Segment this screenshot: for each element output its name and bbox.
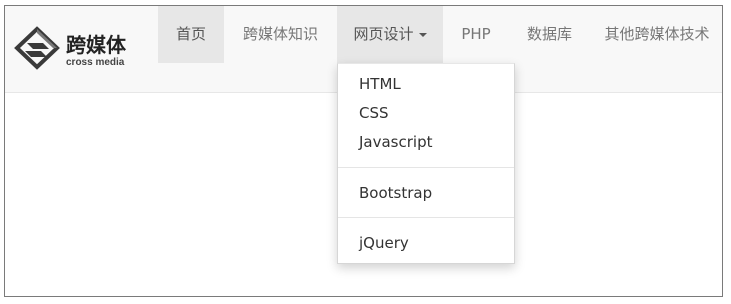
brand-name: 跨媒体: [66, 33, 126, 57]
page-frame: 跨媒体 cross media 首页 跨媒体知识 网页设计 PHP 数据库 其他…: [4, 5, 723, 297]
nav-item-label: 网页设计: [353, 25, 414, 43]
menu-item-javascript[interactable]: Javascript: [359, 133, 432, 151]
brand-subtitle: cross media: [66, 57, 125, 68]
nav-item-php[interactable]: PHP: [443, 6, 509, 63]
nav-item-web-design[interactable]: 网页设计: [337, 6, 443, 63]
nav-item-database[interactable]: 数据库: [509, 6, 590, 63]
menu-divider: [338, 167, 514, 168]
nav-item-cross-media-knowledge[interactable]: 跨媒体知识: [224, 6, 337, 63]
menu-divider: [338, 217, 514, 218]
menu-item-bootstrap[interactable]: Bootstrap: [359, 184, 432, 202]
menu-item-html[interactable]: HTML: [359, 75, 401, 93]
nav-item-label: 数据库: [526, 25, 572, 43]
nav-item-home[interactable]: 首页: [158, 6, 224, 63]
brand-text: 跨媒体 cross media: [66, 34, 126, 68]
nav-item-label: 首页: [175, 25, 206, 43]
nav-item-label: PHP: [461, 25, 491, 43]
brand-logo[interactable]: 跨媒体 cross media: [13, 26, 126, 70]
diamond-logo-icon: [14, 26, 60, 70]
web-design-dropdown-menu: HTML CSS Javascript Bootstrap jQuery: [337, 63, 515, 264]
nav-item-other-tech[interactable]: 其他跨媒体技术: [590, 6, 724, 63]
nav-item-label: 其他跨媒体技术: [604, 25, 710, 43]
menu-item-css[interactable]: CSS: [359, 104, 389, 122]
caret-down-icon: [418, 32, 427, 37]
menu-item-jquery[interactable]: jQuery: [359, 234, 409, 252]
nav-item-label: 跨媒体知识: [242, 25, 318, 43]
